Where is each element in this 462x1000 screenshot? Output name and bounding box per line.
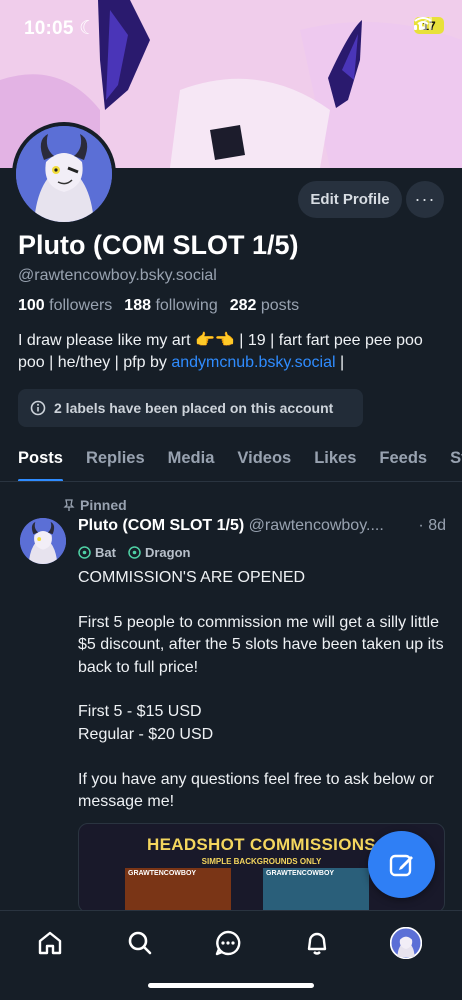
post-time: · 8d <box>418 517 446 534</box>
post-author-handle[interactable]: @rawtencowboy.... <box>249 517 384 534</box>
pin-icon <box>63 499 75 511</box>
home-indicator <box>148 983 314 988</box>
tab-media[interactable]: Media <box>168 436 215 481</box>
tab-posts[interactable]: Posts <box>18 436 63 481</box>
pinned-indicator: Pinned <box>62 497 127 513</box>
compose-icon <box>389 854 413 876</box>
post-header: Pluto (COM SLOT 1/5) @rawtencowboy.... <box>78 517 448 535</box>
image-panel: GRAWTENCOWBOY <box>125 868 231 912</box>
status-time: 10:05 ☾ <box>24 18 97 39</box>
home-icon[interactable] <box>32 925 68 961</box>
profile-tabs: Posts Replies Media Videos Likes Feeds S… <box>0 436 462 482</box>
avatar-art <box>16 126 112 222</box>
post-text: COMMISSION'S ARE OPENED First 5 people t… <box>78 569 444 811</box>
search-icon[interactable] <box>122 925 158 961</box>
tab-replies[interactable]: Replies <box>86 436 145 481</box>
wifi-icon <box>414 17 432 30</box>
post-author-avatar[interactable] <box>20 518 66 564</box>
chat-icon[interactable] <box>210 925 246 961</box>
profile-avatar[interactable] <box>388 925 424 961</box>
moon-icon: ☾ <box>79 18 97 39</box>
label-bat[interactable]: Bat <box>78 545 116 560</box>
tab-likes[interactable]: Likes <box>314 436 356 481</box>
status-icons: 17 <box>414 17 444 34</box>
tab-starter-packs[interactable]: Starter Packs <box>450 436 462 481</box>
bell-icon[interactable] <box>299 925 335 961</box>
following-stat[interactable]: 188 following <box>124 297 217 315</box>
edit-profile-button[interactable]: Edit Profile <box>298 181 402 218</box>
followers-stat[interactable]: 100 followers <box>18 297 112 315</box>
profile-bio: I draw please like my art 👉👈 | 19 | fart… <box>18 332 423 371</box>
tab-feeds[interactable]: Feeds <box>379 436 427 481</box>
tab-videos[interactable]: Videos <box>237 436 291 481</box>
post-avatar-art <box>20 518 66 564</box>
posts-stat: 282 posts <box>229 297 300 314</box>
label-dragon[interactable]: Dragon <box>128 545 190 560</box>
profile-display-name: Pluto (COM SLOT 1/5) <box>18 230 299 260</box>
labels-notice[interactable]: 2 labels have been placed on this accoun… <box>18 389 363 427</box>
bio-link[interactable]: andymcnub.bsky.social <box>171 354 335 371</box>
post-labels: Bat Dragon <box>78 545 190 560</box>
more-options-button[interactable]: ··· <box>406 181 444 218</box>
label-badge-icon <box>128 546 141 559</box>
compose-post-button[interactable] <box>368 831 435 898</box>
image-panel: GRAWTENCOWBOY <box>263 868 369 912</box>
post-author-name[interactable]: Pluto (COM SLOT 1/5) <box>78 517 244 534</box>
profile-avatar[interactable] <box>12 122 116 226</box>
profile-handle: @rawtencowboy.bsky.social <box>18 267 217 284</box>
label-badge-icon <box>78 546 91 559</box>
profile-stats: 100 followers 188 following 282 posts <box>18 297 299 315</box>
status-bar: 10:05 ☾ 17 <box>0 0 462 56</box>
info-icon <box>30 400 46 416</box>
